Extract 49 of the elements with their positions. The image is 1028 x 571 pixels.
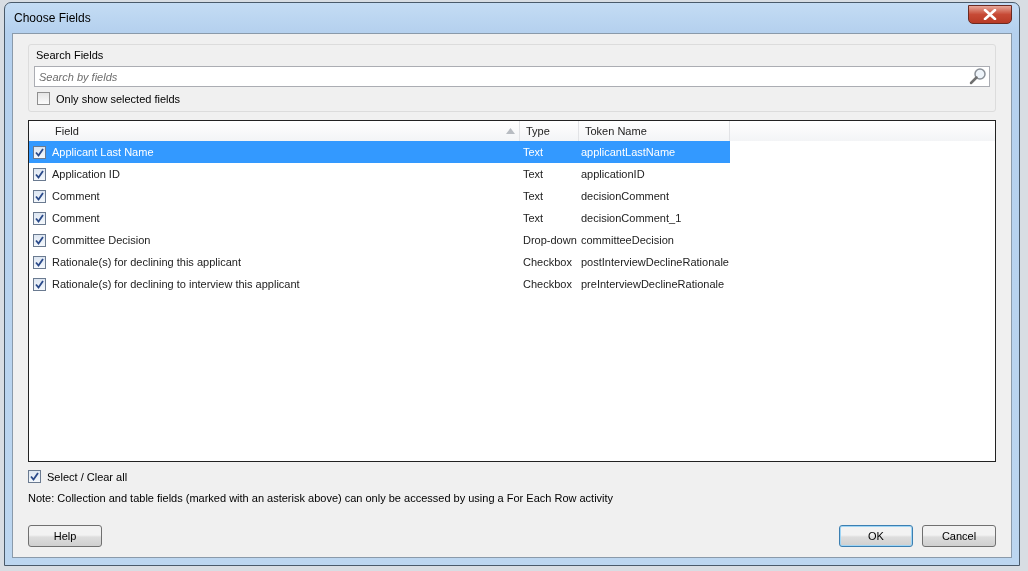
- table-cell-text: Text: [522, 212, 545, 224]
- cancel-button[interactable]: Cancel: [922, 525, 996, 547]
- table-cell-text: decisionComment_1: [580, 212, 683, 224]
- table-cell-text: Checkbox: [522, 278, 573, 290]
- search-field[interactable]: Search by fields: [34, 66, 990, 87]
- note-text: Note: Collection and table fields (marked with an asterisk above) can only be accessed by using a For Each Row activity: [28, 492, 615, 504]
- table-cell-text: Text: [522, 190, 545, 202]
- help-button[interactable]: Help: [28, 525, 102, 547]
- checkbox[interactable]: [32, 167, 46, 181]
- window-title: Choose Fields: [13, 11, 91, 25]
- checkbox[interactable]: [32, 255, 46, 269]
- table-cell-text: Text: [522, 168, 545, 180]
- checkbox[interactable]: [28, 470, 41, 483]
- list-row[interactable]: Comment Text decisionComment_1: [29, 207, 730, 229]
- table-cell-text: Applicant Last Name: [51, 146, 155, 158]
- checkbox[interactable]: [32, 233, 46, 247]
- table-cell-text: Drop-down: [522, 234, 578, 246]
- list-row[interactable]: Application ID Text applicationID: [29, 163, 730, 185]
- table-cell-text: applicantLastName: [580, 146, 677, 158]
- table-cell-text: Checkbox: [522, 256, 573, 268]
- checkbox[interactable]: [32, 211, 46, 225]
- list-row[interactable]: Committee Decision Drop-down committeeDecision: [29, 229, 730, 251]
- checkbox[interactable]: [32, 277, 46, 291]
- table-cell-text: Application ID: [51, 168, 121, 180]
- checkbox[interactable]: [37, 92, 50, 105]
- close-button[interactable]: [968, 4, 1012, 24]
- list-row[interactable]: Comment Text decisionComment: [29, 185, 730, 207]
- table-cell-text: Text: [522, 146, 545, 158]
- checkbox-label: Select / Clear all: [47, 470, 128, 483]
- table-cell-text: applicationID: [580, 168, 646, 180]
- table-cell-text: Comment: [51, 190, 101, 202]
- checkbox[interactable]: [32, 145, 46, 159]
- close-icon: [983, 8, 997, 20]
- ok-button[interactable]: OK: [839, 525, 913, 547]
- list-row[interactable]: Rationale(s) for declining to interview this applicant Checkbox preInterviewDeclineRationale: [29, 273, 730, 295]
- search-icon: [969, 67, 987, 85]
- table-cell-text: committeeDecision: [580, 234, 675, 246]
- table-cell-text: preInterviewDeclineRationale: [580, 278, 726, 290]
- list-row[interactable]: Rationale(s) for declining this applicant Checkbox postInterviewDeclineRationale: [29, 251, 730, 273]
- table-cell-text: Comment: [51, 212, 101, 224]
- table-cell-text: postInterviewDeclineRationale: [580, 256, 730, 268]
- table-cell-text: decisionComment: [580, 190, 671, 202]
- group-label: Search Fields: [36, 49, 105, 61]
- table-cell-text: Rationale(s) for declining to interview this applicant: [51, 278, 301, 290]
- table-cell-text: Committee Decision: [51, 234, 152, 246]
- checkbox-label: Only show selected fields: [56, 92, 181, 105]
- table-cell-text: Rationale(s) for declining this applicant: [51, 256, 242, 268]
- checkbox[interactable]: [32, 189, 46, 203]
- sort-arrow-icon: [506, 128, 515, 134]
